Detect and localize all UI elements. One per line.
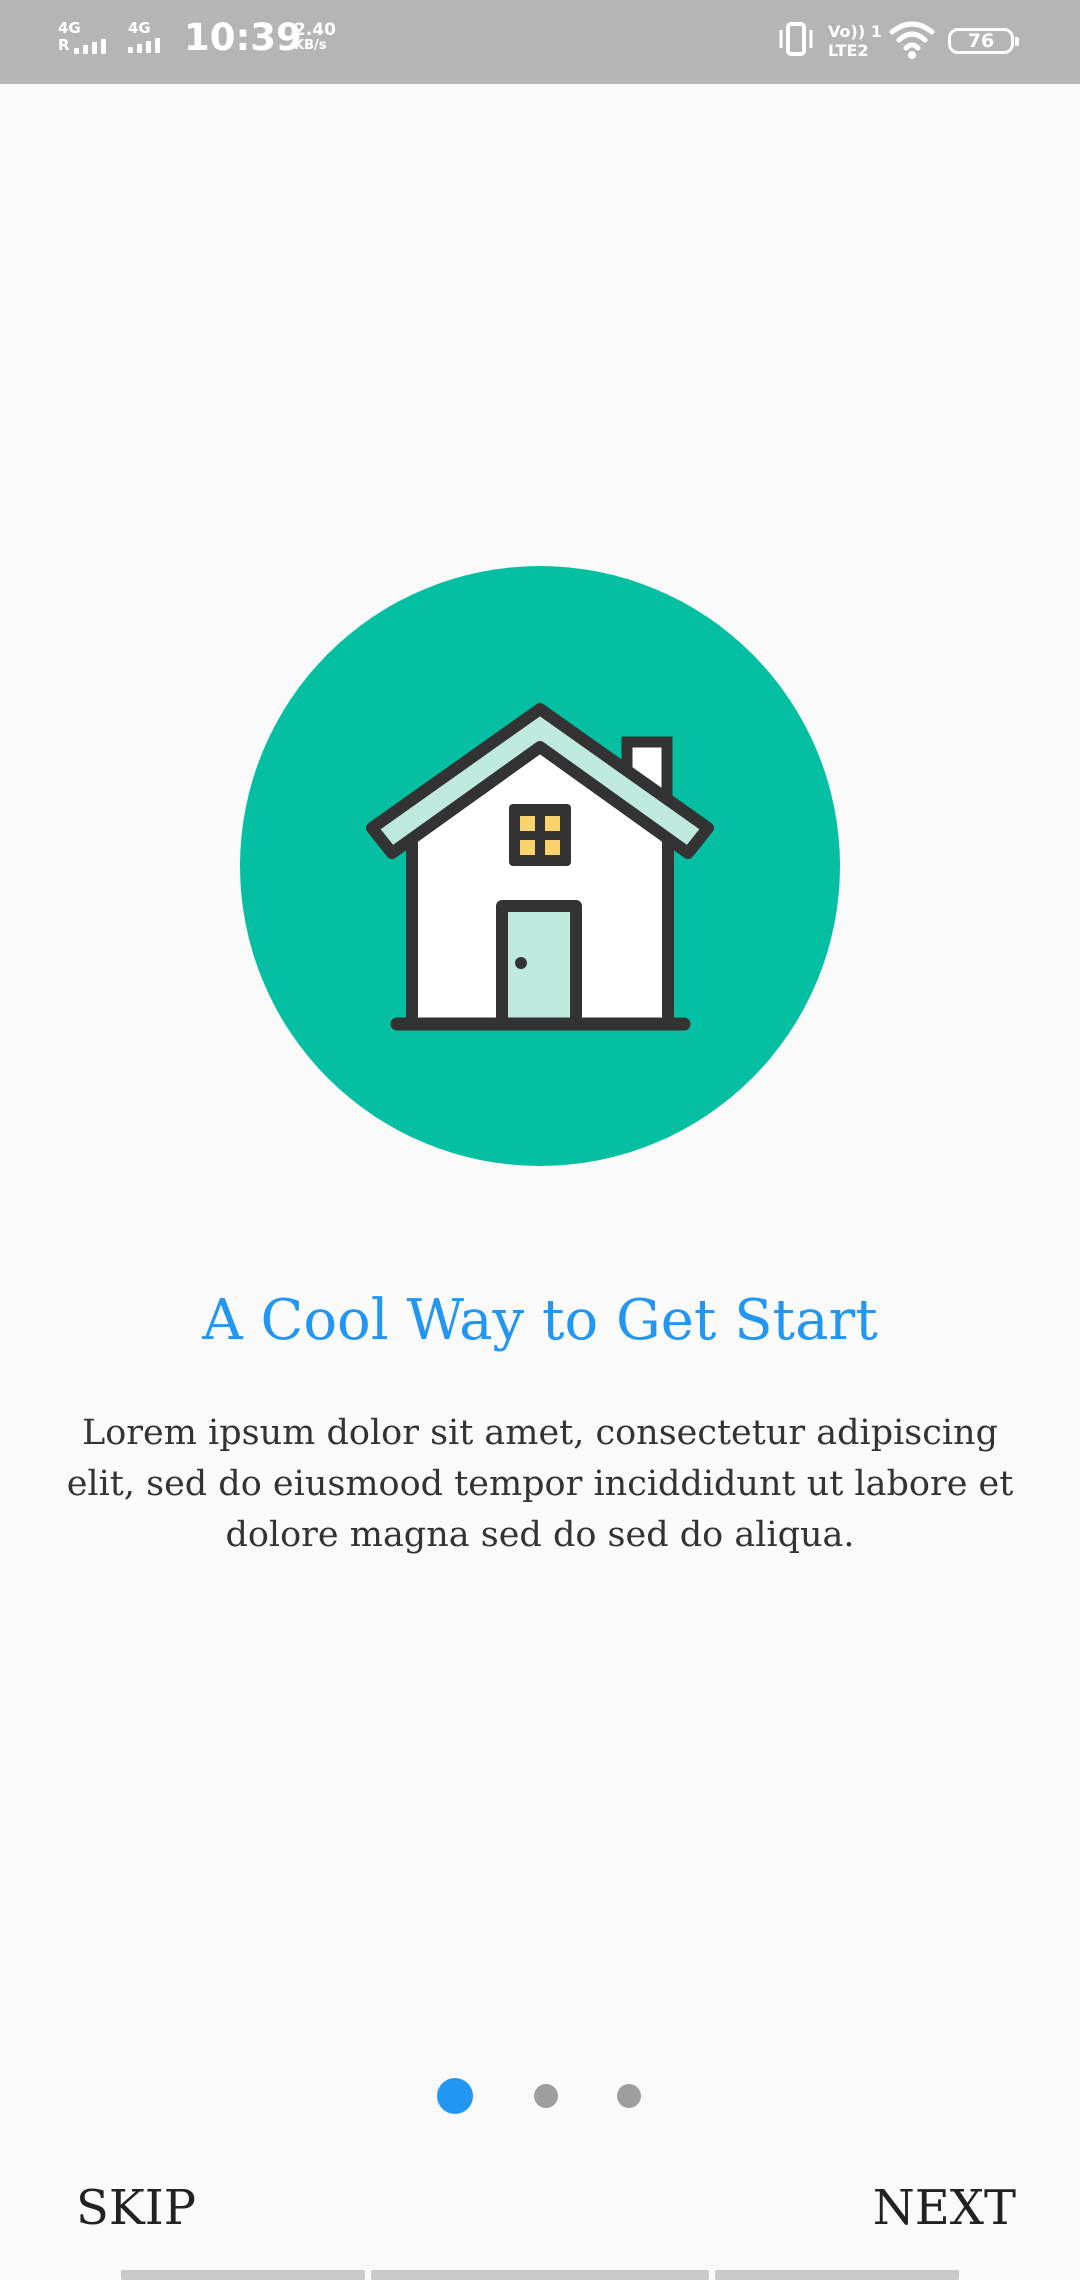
page-indicator [0,2076,1080,2116]
next-button[interactable]: NEXT [873,2180,1016,2236]
vibrate-icon [779,22,813,56]
skip-button[interactable]: SKIP [76,2180,196,2236]
status-bar: 4G R 4G 10:39 2.40 KB/s Vo)) 1 LTE2 76 [0,0,1080,84]
volte-label: Vo)) 1 [828,22,882,41]
signal-bars-icon [128,37,160,53]
volte-indicator: Vo)) 1 LTE2 [828,22,882,60]
clock: 10:39 [184,16,302,59]
nav-hint-center [371,2270,709,2280]
signal-bars-icon [73,38,106,54]
house-icon [240,566,840,1166]
sim2-signal: 4G [128,20,160,53]
battery-icon: 76 [948,28,1019,54]
page-dot-2[interactable] [534,2084,558,2108]
onboarding-description: Lorem ipsum dolor sit amet, consectetur … [66,1413,1014,1555]
network-speed: 2.40 KB/s [294,22,336,54]
sim2-network-label: 4G [128,19,151,37]
sim1-signal: 4G R [58,20,106,54]
lte-label: LTE2 [828,41,869,60]
speed-value: 2.40 [294,20,336,40]
onboarding-title: A Cool Way to Get Start [202,1288,878,1353]
nav-hint-right [715,2270,959,2280]
speed-unit: KB/s [294,38,327,53]
page-dot-3[interactable] [617,2084,641,2108]
sim1-network-label: 4G [58,19,81,37]
wifi-icon [889,21,935,59]
nav-hint-left [121,2270,365,2280]
page-dot-1[interactable] [437,2078,473,2114]
roaming-label: R [58,36,70,54]
